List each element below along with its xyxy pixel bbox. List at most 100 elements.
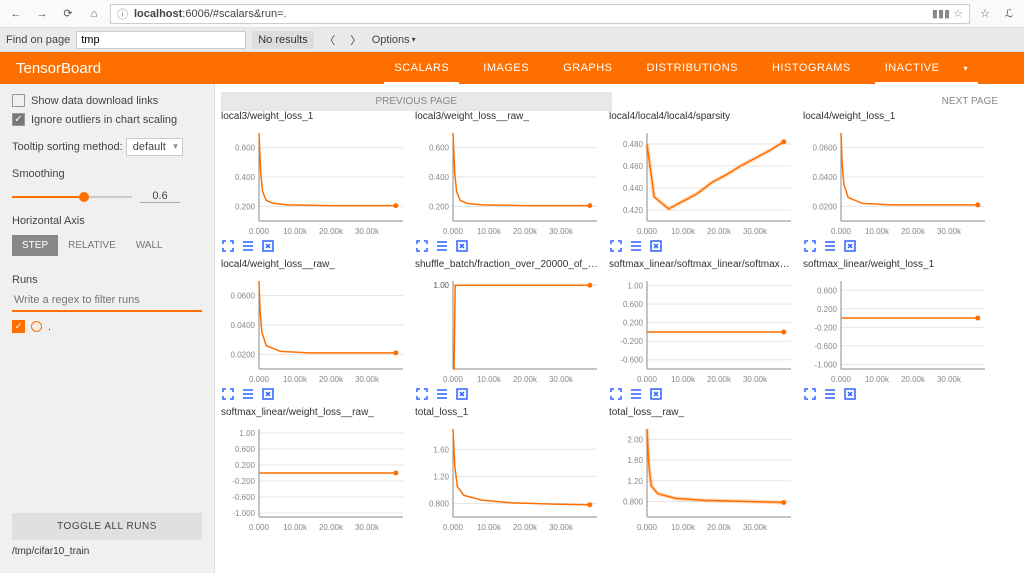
find-options-button[interactable]: Options ▾: [372, 34, 416, 46]
home-button[interactable]: ⌂: [84, 4, 104, 24]
reader-icon[interactable]: ℒ: [1000, 7, 1018, 20]
chart-plot[interactable]: 0.8001.201.602.000.00010.00k20.00k30.00k: [609, 423, 797, 533]
expand-icon[interactable]: [609, 239, 623, 253]
toggle-all-runs-button[interactable]: TOGGLE ALL RUNS: [12, 513, 202, 540]
svg-text:10.00k: 10.00k: [865, 227, 890, 236]
chart-plot[interactable]: -1.000-0.600-0.2000.2000.6001.000.00010.…: [221, 423, 409, 533]
run-checkbox[interactable]: ✓: [12, 320, 25, 333]
fit-icon[interactable]: [843, 239, 857, 253]
site-info-icon[interactable]: ⓘ: [117, 6, 128, 22]
chart-title: local4/weight_loss_1: [803, 111, 993, 127]
expand-icon[interactable]: [803, 387, 817, 401]
url-host: localhost: [134, 8, 182, 20]
chart-plot[interactable]: 0.4200.4400.4600.4800.00010.00k20.00k30.…: [609, 127, 797, 237]
chart-plot[interactable]: -1.000-0.600-0.2000.2000.6000.00010.00k2…: [803, 275, 991, 385]
svg-text:1.00: 1.00: [627, 282, 643, 291]
svg-text:0.000: 0.000: [637, 375, 658, 384]
menu-icon[interactable]: [435, 387, 449, 401]
chart-plot[interactable]: 0.2000.4000.6000.00010.00k20.00k30.00k: [221, 127, 409, 237]
menu-icon[interactable]: [435, 239, 449, 253]
chart-tools: [221, 239, 411, 253]
fit-icon[interactable]: [261, 387, 275, 401]
tab-graphs[interactable]: GRAPHS: [563, 52, 612, 84]
tab-images[interactable]: IMAGES: [483, 52, 529, 84]
axis-wall-button[interactable]: WALL: [126, 235, 173, 256]
axis-step-button[interactable]: STEP: [12, 235, 58, 256]
previous-page-button[interactable]: PREVIOUS PAGE: [221, 92, 612, 111]
menu-icon[interactable]: [629, 239, 643, 253]
bookmarks-icon[interactable]: ☆: [976, 7, 994, 20]
chart-title: local4/local4/local4/sparsity: [609, 111, 799, 127]
smoothing-value[interactable]: 0.6: [140, 190, 180, 203]
smoothing-slider[interactable]: [12, 196, 132, 198]
expand-icon[interactable]: [609, 387, 623, 401]
fit-icon[interactable]: [649, 239, 663, 253]
svg-text:-0.200: -0.200: [232, 477, 255, 486]
chart-plot[interactable]: 0.8001.201.600.00010.00k20.00k30.00k: [415, 423, 603, 533]
expand-icon[interactable]: [221, 387, 235, 401]
expand-icon[interactable]: [803, 239, 817, 253]
menu-icon[interactable]: [823, 239, 837, 253]
ignore-outliers-checkbox[interactable]: ✓ Ignore outliers in chart scaling: [12, 113, 202, 126]
tab-inactive[interactable]: INACTIVE ▾: [885, 52, 968, 84]
back-button[interactable]: ←: [6, 4, 26, 24]
svg-text:30.00k: 30.00k: [549, 227, 574, 236]
run-color-swatch[interactable]: [31, 321, 42, 332]
fit-icon[interactable]: [261, 239, 275, 253]
next-page-button[interactable]: NEXT PAGE: [612, 92, 1019, 111]
horizontal-axis-group: STEP RELATIVE WALL: [12, 235, 202, 256]
chart-plot[interactable]: 0.02000.04000.06000.00010.00k20.00k30.00…: [221, 275, 409, 385]
svg-text:-0.600: -0.600: [620, 356, 643, 365]
svg-text:0.440: 0.440: [623, 184, 644, 193]
horizontal-axis-label: Horizontal Axis: [12, 215, 202, 227]
find-prev-button[interactable]: 〈: [320, 32, 340, 48]
expand-icon[interactable]: [221, 239, 235, 253]
reload-button[interactable]: ⟳: [58, 4, 78, 24]
dropdown-icon: ▾: [963, 64, 968, 73]
sidebar: Show data download links ✓ Ignore outlie…: [0, 84, 215, 573]
menu-icon[interactable]: [241, 239, 255, 253]
fit-icon[interactable]: [649, 387, 663, 401]
expand-icon[interactable]: [415, 239, 429, 253]
find-next-button[interactable]: 〉: [346, 32, 366, 48]
url-bar[interactable]: ⓘ localhost :6006/#scalars&run=. ▮▮▮ ☆: [110, 4, 970, 24]
chart-title: softmax_linear/weight_loss__raw_: [221, 407, 411, 423]
chart-plot[interactable]: 0.2000.4000.6000.00010.00k20.00k30.00k: [415, 127, 603, 237]
chart-plot[interactable]: 1.001.001.001.000.00010.00k20.00k30.00k: [415, 275, 603, 385]
find-input[interactable]: [76, 31, 246, 49]
tab-scalars[interactable]: SCALARS: [394, 52, 449, 84]
svg-text:0.000: 0.000: [637, 227, 658, 236]
svg-text:10.00k: 10.00k: [671, 227, 696, 236]
runs-label: Runs: [12, 274, 202, 286]
chart-cell: total_loss_1 0.8001.201.600.00010.00k20.…: [415, 407, 605, 533]
svg-text:30.00k: 30.00k: [549, 523, 574, 532]
svg-text:0.000: 0.000: [637, 523, 658, 532]
fit-icon[interactable]: [843, 387, 857, 401]
runs-filter-input[interactable]: [12, 290, 202, 312]
chart-title: local3/weight_loss__raw_: [415, 111, 605, 127]
fit-icon[interactable]: [455, 239, 469, 253]
show-download-checkbox[interactable]: Show data download links: [12, 94, 202, 107]
chart-cell: softmax_linear/weight_loss__raw_ -1.000-…: [221, 407, 411, 533]
menu-icon[interactable]: [629, 387, 643, 401]
svg-text:20.00k: 20.00k: [319, 523, 344, 532]
axis-relative-button[interactable]: RELATIVE: [58, 235, 126, 256]
expand-icon[interactable]: [415, 387, 429, 401]
svg-text:30.00k: 30.00k: [743, 375, 768, 384]
forward-button[interactable]: →: [32, 4, 52, 24]
chart-plot[interactable]: 0.02000.04000.06000.00010.00k20.00k30.00…: [803, 127, 991, 237]
fit-icon[interactable]: [455, 387, 469, 401]
menu-icon[interactable]: [823, 387, 837, 401]
bookmark-star-icon[interactable]: ☆: [953, 8, 963, 20]
svg-text:0.000: 0.000: [249, 523, 270, 532]
svg-text:0.0600: 0.0600: [813, 144, 838, 153]
svg-text:0.000: 0.000: [443, 375, 464, 384]
chart-cell: local4/weight_loss__raw_ 0.02000.04000.0…: [221, 259, 411, 407]
menu-icon[interactable]: [241, 387, 255, 401]
chart-cell: total_loss__raw_ 0.8001.201.602.000.0001…: [609, 407, 799, 533]
tab-histograms[interactable]: HISTOGRAMS: [772, 52, 851, 84]
tooltip-sort-select[interactable]: default: [126, 138, 183, 156]
chart-plot[interactable]: -0.600-0.2000.2000.6001.000.00010.00k20.…: [609, 275, 797, 385]
svg-text:0.600: 0.600: [235, 445, 256, 454]
tab-distributions[interactable]: DISTRIBUTIONS: [647, 52, 738, 84]
